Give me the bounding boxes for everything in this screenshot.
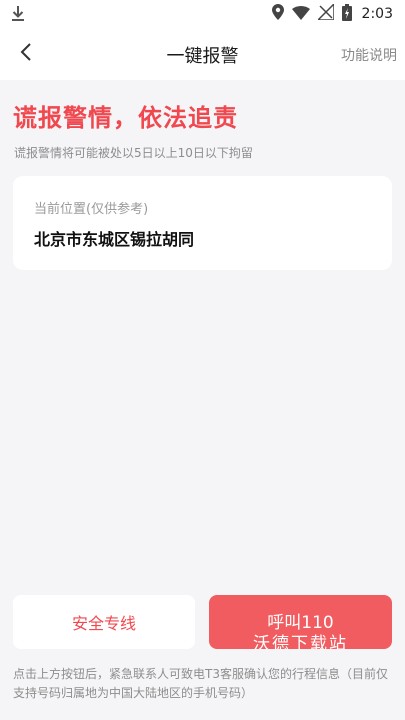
location-icon — [271, 4, 284, 24]
battery-icon — [341, 3, 352, 25]
nav-bar: 一键报警 功能说明 — [0, 28, 405, 80]
location-value: 北京市东城区锡拉胡同 — [34, 230, 195, 249]
status-bar: 2:03 — [0, 0, 405, 28]
footer-note: 点击上方按钮后，紧急联系人可致电T3客服确认您的行程信息（目前仅支持号码归属地为… — [13, 667, 388, 700]
location-label: 当前位置(仅供参考) — [34, 202, 149, 217]
signal-icon — [315, 2, 335, 24]
status-time: 2:03 — [361, 6, 393, 22]
watermark: 沃德下载站 — [253, 634, 348, 649]
status-icons: 2:03 — [271, 2, 393, 25]
location-card: 当前位置(仅供参考) 北京市东城区锡拉胡同 — [13, 176, 392, 270]
warning-title: 谎报警情，依法追责 — [13, 104, 238, 132]
feature-description-link[interactable]: 功能说明 — [341, 45, 397, 65]
safety-hotline-button[interactable]: 安全专线 — [13, 595, 195, 649]
wifi-icon — [291, 5, 310, 24]
warning-subtitle: 谎报警情将可能被处以5日以上10日以下拘留 — [14, 146, 253, 160]
call-110-button[interactable]: 呼叫110 沃德下载站 — [209, 595, 392, 649]
download-icon — [10, 5, 26, 27]
